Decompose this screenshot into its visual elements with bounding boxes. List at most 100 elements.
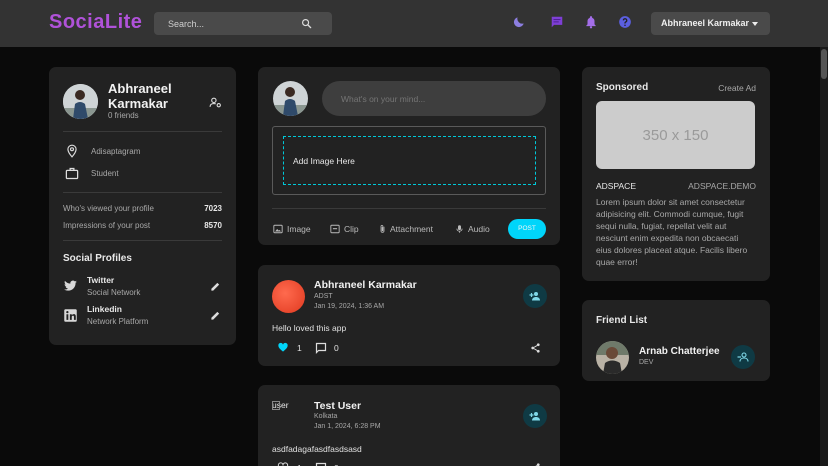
- image-action-label: Image: [287, 224, 311, 234]
- ad-brand: ADSPACE: [596, 181, 636, 191]
- share-icon[interactable]: [530, 342, 541, 354]
- paperclip-icon: [380, 225, 385, 233]
- profile-divider: [63, 131, 222, 132]
- chevron-down-icon: [752, 22, 758, 26]
- gif-box-icon: [330, 224, 340, 234]
- ad-body-line: Lorem ipsum dolor sit amet consectetur: [596, 197, 745, 207]
- social-sub: Social Network: [87, 288, 141, 297]
- share-icon[interactable]: [530, 462, 541, 466]
- user-menu-select[interactable]: Abhraneel Karmakar: [651, 12, 770, 35]
- briefcase-icon: [65, 167, 79, 180]
- create-ad-link[interactable]: Create Ad: [718, 83, 756, 93]
- composer-input[interactable]: [341, 92, 531, 106]
- image-icon: [273, 224, 283, 234]
- help-icon[interactable]: [618, 15, 632, 29]
- stat-label: Impressions of your post: [63, 221, 151, 230]
- ad-body-line: nesciunt enim expedita non obcaecati: [596, 233, 739, 243]
- composer-avatar[interactable]: [273, 81, 308, 116]
- post-button-label: POST: [518, 225, 536, 232]
- post-date: Jan 1, 2024, 6:28 PM: [314, 423, 381, 430]
- image-dropzone-frame: Add Image Here: [272, 126, 546, 195]
- social-sub: Network Platform: [87, 317, 149, 326]
- remove-friend-button[interactable]: [731, 345, 755, 369]
- app-logo[interactable]: SociaLite: [49, 11, 142, 34]
- edit-pencil-icon[interactable]: [210, 310, 221, 321]
- friend-count: 0 friends: [108, 111, 139, 120]
- profile-name-last[interactable]: Karmakar: [108, 96, 168, 111]
- attachment-action[interactable]: Attachment: [378, 223, 448, 235]
- post-author-name[interactable]: Abhraneel Karmakar: [314, 279, 417, 291]
- location-pin-icon: [67, 144, 77, 158]
- composer-divider: [272, 208, 546, 209]
- notifications-bell-icon[interactable]: [584, 15, 598, 29]
- ad-body-line: sequi nulla, fugiat, repellat velit aut: [596, 221, 727, 231]
- ad-placeholder-text: 350 x 150: [642, 127, 709, 144]
- profile-occupation: Student: [91, 169, 119, 178]
- post-button[interactable]: POST: [508, 219, 546, 239]
- stat-value: 8570: [204, 221, 222, 230]
- ad-body-line: adipisicing elit. Commodi cumque, fugit: [596, 209, 744, 219]
- add-friend-button[interactable]: [523, 404, 547, 428]
- linkedin-icon: [64, 309, 77, 322]
- like-count: 1: [297, 343, 302, 353]
- ad-domain[interactable]: ADSPACE.DEMO: [688, 181, 756, 191]
- sponsored-title: Sponsored: [596, 82, 649, 93]
- profile-card: Abhraneel Karmakar 0 friends Adisaptagra…: [49, 67, 236, 345]
- post-card: Abhraneel Karmakar ADST Jan 19, 2024, 1:…: [258, 265, 560, 366]
- social-name[interactable]: Twitter: [87, 275, 114, 285]
- image-dropzone[interactable]: Add Image Here: [283, 136, 536, 185]
- audio-action-label: Audio: [468, 224, 490, 234]
- friend-name[interactable]: Arnab Chatterjee: [639, 346, 720, 357]
- search-input[interactable]: [168, 16, 298, 31]
- post-date: Jan 19, 2024, 1:36 AM: [314, 303, 385, 310]
- messages-icon[interactable]: [550, 15, 564, 29]
- clip-action-label: Clip: [344, 224, 359, 234]
- post-composer-card: Add Image Here Image Clip Attachment Aud…: [258, 67, 560, 245]
- manage-account-icon[interactable]: [209, 96, 222, 109]
- edit-pencil-icon[interactable]: [210, 281, 221, 292]
- page-scrollbar[interactable]: [820, 47, 828, 466]
- add-friend-button[interactable]: [523, 284, 547, 308]
- person-add-icon: [529, 292, 540, 301]
- post-author-location: ADST: [314, 293, 333, 300]
- ad-image[interactable]: 350 x 150: [596, 101, 755, 169]
- social-profiles-heading: Social Profiles: [63, 253, 132, 264]
- scrollbar-thumb[interactable]: [821, 49, 827, 79]
- profile-name-first[interactable]: Abhraneel: [108, 81, 172, 96]
- stat-label: Who's viewed your profile: [63, 204, 154, 213]
- post-text: asdfadagafasdfasdsasd: [272, 444, 362, 454]
- comment-count: 0: [334, 343, 339, 353]
- dark-mode-moon-icon[interactable]: [512, 15, 526, 29]
- stat-value: 7023: [204, 204, 222, 213]
- profile-avatar[interactable]: [63, 84, 98, 119]
- attachment-action-label: Attachment: [390, 224, 433, 234]
- dropzone-label: Add Image Here: [293, 156, 355, 166]
- person-add-icon: [529, 412, 540, 421]
- post-author-location: Kolkata: [314, 413, 338, 420]
- sponsored-card: Sponsored Create Ad 350 x 150 ADSPACE AD…: [582, 67, 770, 281]
- ad-body-line: quae error!: [596, 257, 638, 267]
- heart-outline-icon[interactable]: [277, 462, 289, 466]
- person-remove-icon: [737, 352, 749, 362]
- top-navbar: SociaLite Abhraneel Karmakar: [0, 0, 828, 47]
- friend-list-card: Friend List Arnab Chatterjee DEV: [582, 300, 770, 381]
- comment-icon[interactable]: [315, 342, 327, 354]
- microphone-icon: [456, 225, 463, 233]
- friend-avatar[interactable]: [596, 341, 629, 374]
- clip-action[interactable]: Clip: [330, 223, 370, 235]
- search-bar: [154, 12, 332, 35]
- twitter-icon: [64, 280, 77, 291]
- post-author-name[interactable]: Test User: [314, 400, 361, 412]
- profile-location: Adisaptagram: [91, 147, 141, 156]
- audio-action[interactable]: Audio: [455, 223, 500, 235]
- image-action[interactable]: Image: [273, 223, 318, 235]
- search-icon[interactable]: [301, 18, 312, 29]
- composer-input-wrapper: [322, 81, 546, 116]
- social-name[interactable]: Linkedin: [87, 304, 122, 314]
- ad-body-line: eius dolores placeat atque. Facilis libe…: [596, 245, 748, 255]
- heart-filled-icon[interactable]: [277, 342, 289, 353]
- comment-icon[interactable]: [315, 462, 327, 466]
- post-author-avatar[interactable]: [272, 280, 305, 313]
- post-card: user Test User Kolkata Jan 1, 2024, 6:28…: [258, 385, 560, 466]
- user-menu-name: Abhraneel Karmakar: [661, 18, 750, 28]
